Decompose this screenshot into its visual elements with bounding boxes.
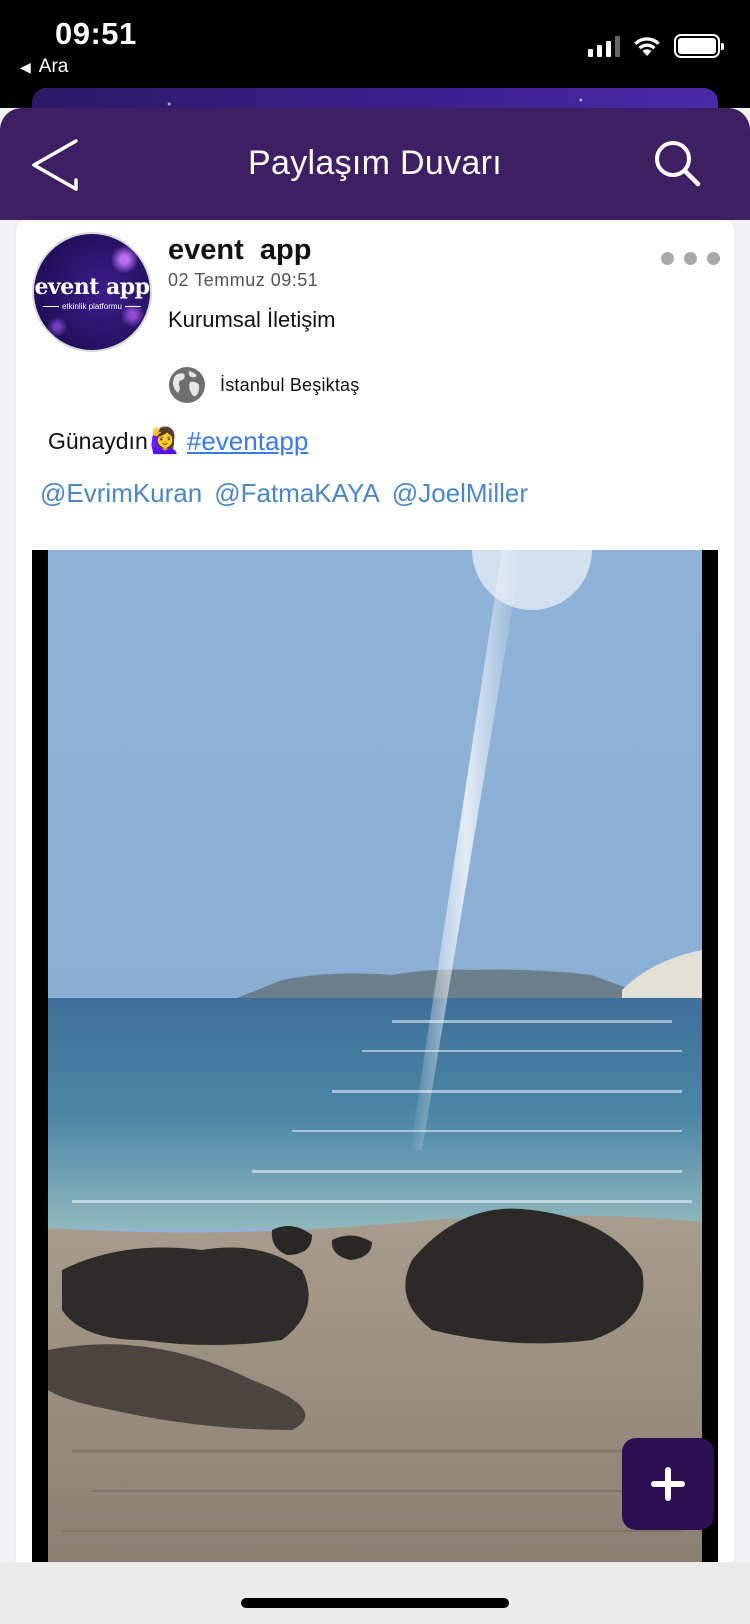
status-time: 09:51 [55, 16, 137, 51]
plus-icon [651, 1467, 685, 1501]
status-back-to-app[interactable]: ◀ Ara [20, 56, 68, 78]
post-photo[interactable] [32, 550, 718, 1564]
globe-icon [169, 367, 205, 403]
more-dot-icon [661, 252, 674, 265]
add-post-button[interactable] [622, 1438, 714, 1530]
mention-link[interactable]: @FatmaKAYA [214, 478, 380, 509]
post-card: event app etkinlik platformu event app 0… [16, 220, 734, 1564]
raising-hand-emoji: 🙋‍♀️ [149, 427, 181, 455]
page-title: Paylaşım Duvarı [248, 144, 502, 182]
status-icons [588, 34, 724, 58]
status-back-label: Ara [38, 56, 69, 77]
cellular-signal-icon [588, 35, 620, 57]
post-text: Günaydın 🙋‍♀️ #eventapp [48, 426, 308, 457]
post-date: 02 Temmuz 09:51 [168, 270, 319, 290]
author-name[interactable]: event app [168, 234, 311, 267]
mention-link[interactable]: @EvrimKuran [40, 478, 202, 509]
back-arrow-small-icon: ◀ [20, 58, 31, 75]
avatar-logo-text: event app [34, 273, 150, 300]
post-location[interactable]: İstanbul Beşiktaş [168, 366, 359, 404]
mentions: @EvrimKuran @FatmaKAYA @JoelMiller [40, 478, 528, 509]
beach-photo [48, 550, 702, 1564]
more-dot-icon [707, 252, 720, 265]
post-category: Kurumsal İletişim [168, 307, 336, 332]
app-header: Paylaşım Duvarı [0, 108, 750, 220]
more-dot-icon [684, 252, 697, 265]
post-text-body: Günaydın [48, 428, 148, 454]
more-options-button[interactable] [661, 248, 720, 269]
location-text: İstanbul Beşiktaş [220, 374, 360, 395]
battery-icon [674, 34, 724, 58]
search-icon[interactable] [652, 138, 702, 188]
avatar[interactable]: event app etkinlik platformu [32, 232, 152, 352]
wifi-icon [634, 37, 660, 56]
hashtag-link[interactable]: #eventapp [187, 426, 308, 457]
home-indicator-area [0, 1562, 750, 1624]
avatar-subtitle: etkinlik platformu [43, 302, 141, 311]
mention-link[interactable]: @JoelMiller [392, 478, 528, 509]
home-indicator[interactable] [241, 1598, 509, 1608]
